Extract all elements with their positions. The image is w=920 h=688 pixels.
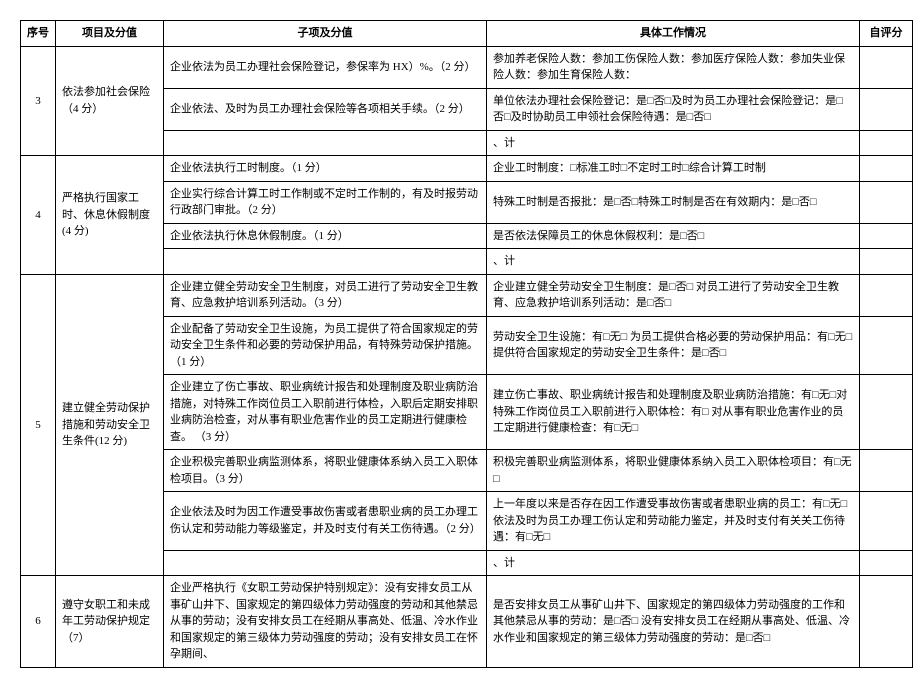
row-sub: 企业建立健全劳动安全卫生制度，对员工进行了劳动安全卫生教育、应急救护培训系列活动…	[164, 274, 487, 316]
header-sub: 子项及分值	[164, 21, 487, 47]
row-work: 建立伤亡事故、职业病统计报告和处理制度及职业病防治措施：有□无□对特殊工作岗位员…	[487, 375, 860, 450]
row-score	[860, 181, 913, 223]
row-no: 5	[21, 274, 56, 576]
row-sub: 企业依法、及时为员工办理社会保险等各项相关手续。（2 分）	[164, 88, 487, 130]
row-item: 建立健全劳动保护措施和劳动安全卫生条件(12 分)	[56, 274, 164, 576]
row-sub: 企业依法执行休息休假制度。（1 分）	[164, 223, 487, 249]
row-work: 企业工时制度：□标准工时□不定时工时□综合计算工时制	[487, 156, 860, 182]
row-item: 依法参加社会保险（4 分）	[56, 46, 164, 156]
row-score	[860, 375, 913, 450]
row-no: 4	[21, 156, 56, 275]
row-item: 严格执行国家工时、休息休假制度(4 分)	[56, 156, 164, 275]
row-work: 是否依法保障员工的休息休假权利：是□否□	[487, 223, 860, 249]
row-work: 上一年度以来是否存在因工作遭受事故伤害或者患职业病的员工：有□无□ 依法及时为员…	[487, 492, 860, 551]
table-row: 5 建立健全劳动保护措施和劳动安全卫生条件(12 分) 企业建立健全劳动安全卫生…	[21, 274, 913, 316]
row-sub: 企业依法及时为因工作遭受事故伤害或者患职业病的员工办理工伤认定和劳动能力等级鉴定…	[164, 492, 487, 551]
header-no: 序号	[21, 21, 56, 47]
row-score	[860, 249, 913, 275]
row-no: 3	[21, 46, 56, 156]
row-score	[860, 130, 913, 156]
row-work: 是否安排女员工从事矿山井下、国家规定的第四级体力劳动强度的工作和其他禁忌从事的劳…	[487, 576, 860, 668]
row-score	[860, 576, 913, 668]
assessment-table: 序号 项目及分值 子项及分值 具体工作情况 自评分 3 依法参加社会保险（4 分…	[20, 20, 913, 668]
row-score	[860, 492, 913, 551]
row-score	[860, 316, 913, 375]
row-score	[860, 274, 913, 316]
header-score: 自评分	[860, 21, 913, 47]
table-row: 4 严格执行国家工时、休息休假制度(4 分) 企业依法执行工时制度。（1 分） …	[21, 156, 913, 182]
row-work: 、计	[487, 249, 860, 275]
table-row: 3 依法参加社会保险（4 分） 企业依法为员工办理社会保险登记，参保率为 HX）…	[21, 46, 913, 88]
row-sub: 企业依法为员工办理社会保险登记，参保率为 HX）%。（2 分）	[164, 46, 487, 88]
row-score	[860, 46, 913, 88]
row-work: 单位依法办理社会保险登记：是□否□及时为员工办理社会保险登记：是□否□及时协助员…	[487, 88, 860, 130]
row-sub	[164, 550, 487, 576]
row-work: 劳动安全卫生设施：有□无□ 为员工提供合格必要的劳动保护用品：有□无□提供符合国…	[487, 316, 860, 375]
header-row: 序号 项目及分值 子项及分值 具体工作情况 自评分	[21, 21, 913, 47]
row-work: 、计	[487, 130, 860, 156]
row-score	[860, 223, 913, 249]
row-sub: 企业依法执行工时制度。（1 分）	[164, 156, 487, 182]
row-work: 、计	[487, 550, 860, 576]
row-sub	[164, 249, 487, 275]
header-item: 项目及分值	[56, 21, 164, 47]
row-score	[860, 450, 913, 492]
row-work: 积极完善职业病监测体系，将职业健康体系纳入员工入职体检项目：有□无□	[487, 450, 860, 492]
row-sub: 企业实行综合计算工时工作制或不定时工作制的，有及时报劳动行政部门审批。（2 分）	[164, 181, 487, 223]
row-sub: 企业建立了伤亡事故、职业病统计报告和处理制度及职业病防治措施，对特殊工作岗位员工…	[164, 375, 487, 450]
row-sub: 企业严格执行《女职工劳动保护特别规定》：没有安排女员工从事矿山井下、国家规定的第…	[164, 576, 487, 668]
row-item: 遵守女职工和未成年工劳动保护规定（7）	[56, 576, 164, 668]
row-score	[860, 156, 913, 182]
row-score	[860, 550, 913, 576]
row-work: 特殊工时制是否报批：是□否□特殊工时制是否在有效期内：是□否□	[487, 181, 860, 223]
table-row: 6 遵守女职工和未成年工劳动保护规定（7） 企业严格执行《女职工劳动保护特别规定…	[21, 576, 913, 668]
header-work: 具体工作情况	[487, 21, 860, 47]
row-score	[860, 88, 913, 130]
row-sub	[164, 130, 487, 156]
row-work: 参加养老保险人数：参加工伤保险人数：参加医疗保险人数：参加失业保险人数：参加生育…	[487, 46, 860, 88]
row-sub: 企业积极完善职业病监测体系，将职业健康体系纳入员工入职体检项目。（3 分）	[164, 450, 487, 492]
row-no: 6	[21, 576, 56, 668]
row-sub: 企业配备了劳动安全卫生设施，为员工提供了符合国家规定的劳动安全卫生条件和必要的劳…	[164, 316, 487, 375]
row-work: 企业建立健全劳动安全卫生制度：是□否□ 对员工进行了劳动安全卫生教育、应急救护培…	[487, 274, 860, 316]
